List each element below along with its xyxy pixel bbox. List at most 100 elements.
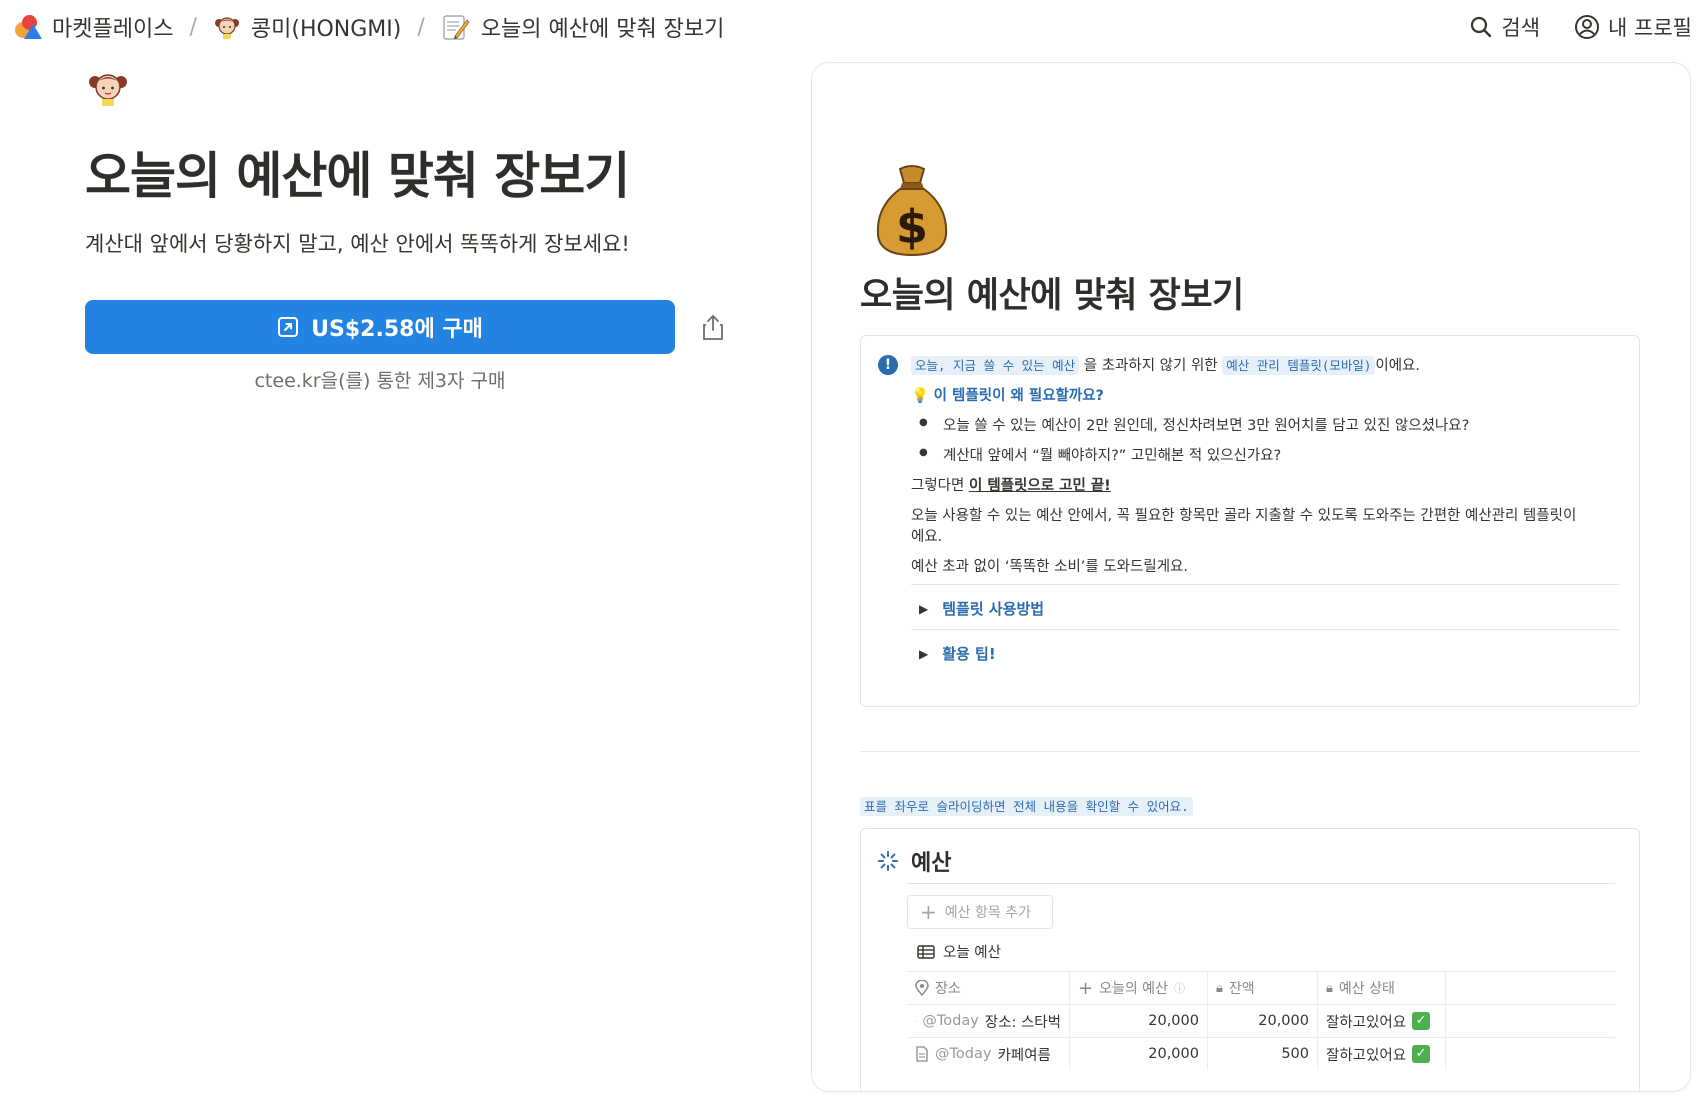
plus-icon: + [920, 900, 937, 924]
add-budget-item-button[interactable]: + 예산 항목 추가 [907, 895, 1053, 929]
date-mention[interactable]: @Today [922, 1013, 978, 1029]
external-link-icon [278, 317, 299, 337]
breadcrumb-marketplace-label: 마켓플레이스 [52, 17, 174, 42]
location-pin-icon [915, 980, 929, 996]
callout-intro: 오늘, 지금 쓸 수 있는 예산 을 초과하지 않기 위한 예산 관리 템플릿(… [911, 354, 1420, 375]
bullet-text: 오늘 쓸 수 있는 예산이 2만 원인데, 정신차려보면 3만 원어치를 담고 … [943, 418, 1470, 434]
status-text: 잘하고있어요 [1326, 1014, 1407, 1031]
cell-budget[interactable]: 20,000 [1070, 1005, 1208, 1037]
callout-question: 💡 이 템플릿이 왜 필요할까요? [911, 384, 1104, 405]
breadcrumb: 마켓플레이스 / 콩미(HONGMI) / 오늘의 예산에 맞춰 장보기 [0, 11, 724, 43]
column-header-label: 예산 상태 [1338, 981, 1395, 997]
creator-avatar-icon [214, 17, 239, 39]
toggle-usage-label: 템플릿 사용방법 [942, 600, 1045, 618]
highlight-template: 예산 관리 템플릿(모바일) [1222, 356, 1376, 375]
breadcrumb-separator: / [417, 14, 425, 40]
callout-para2: 예산 초과 없이 ‘똑똑한 소비’를 도와드릴게요. [911, 559, 1188, 575]
column-header-label: 잔액 [1228, 981, 1255, 997]
database-header: 예산 [877, 845, 951, 877]
callout-intro-text: 을 초과하지 않기 위한 [1083, 358, 1218, 374]
page-icon [916, 1046, 928, 1062]
column-header-budget[interactable]: + 오늘의 예산 ⓘ [1070, 972, 1208, 1004]
breadcrumb-separator: / [189, 14, 197, 40]
bullet-item: 오늘 쓸 수 있는 예산이 2만 원인데, 정신차려보면 3만 원어치를 담고 … [919, 414, 1470, 435]
callout-para1: 오늘 사용할 수 있는 예산 안에서, 꼭 필요한 항목만 골라 지출할 수 있… [911, 508, 1577, 524]
column-header-label: 장소 [935, 981, 961, 997]
product-title: 오늘의 예산에 맞춰 장보기 [85, 147, 630, 205]
date-mention[interactable]: @Today [935, 1046, 991, 1062]
column-header-label: 오늘의 예산 [1099, 981, 1168, 997]
bullet-item: 계산대 앞에서 “뭘 빼야하지?” 고민해본 적 있으신가요? [919, 444, 1282, 465]
cell-empty [1446, 1005, 1615, 1037]
then-prefix: 그렇다면 [911, 478, 969, 494]
budget-database: 예산 + 예산 항목 추가 오늘 예산 장소 + 오늘의 예산 ⓘ 🔒︎ 잔액 … [860, 828, 1640, 1091]
cell-place[interactable]: @Today 장소: 스타벅 [907, 1005, 1070, 1037]
highlight-budget: 오늘, 지금 쓸 수 있는 예산 [911, 356, 1080, 375]
svg-text:$: $ [896, 200, 928, 254]
toggle-triangle-icon: ▶ [919, 601, 929, 616]
table-row[interactable]: @Today 카페여름 20,000 500 잘하고있어요 ✓ [907, 1037, 1615, 1070]
cell-balance: 20,000 [1208, 1005, 1318, 1037]
toggle-triangle-icon: ▶ [919, 646, 929, 661]
search-label: 검색 [1501, 16, 1541, 40]
callout-intro-end: 이에요. [1375, 358, 1421, 374]
top-actions: 검색 내 프로필 [1469, 0, 1692, 54]
memo-icon [443, 15, 470, 40]
column-header-place[interactable]: 장소 [907, 972, 1070, 1004]
toggle-tips-label: 활용 팁! [942, 645, 996, 663]
add-budget-item-label: 예산 항목 추가 [944, 905, 1031, 921]
cell-place[interactable]: @Today 카페여름 [907, 1038, 1070, 1070]
check-mark-icon: ✓ [1412, 1012, 1431, 1030]
bullet-text: 계산대 앞에서 “뭘 빼야하지?” 고민해본 적 있으신가요? [943, 448, 1282, 464]
divider [860, 751, 1640, 752]
profile-label: 내 프로필 [1608, 16, 1692, 40]
buy-button-label: US$2.58에 구매 [311, 317, 483, 342]
callout-then: 그렇다면 이 템플릿으로 고민 끝! [911, 474, 1111, 495]
cell-empty [1446, 1038, 1615, 1070]
search-button[interactable]: 검색 [1469, 12, 1540, 42]
breadcrumb-page[interactable]: 오늘의 예산에 맞춰 장보기 [441, 11, 724, 43]
lock-icon: 🔒︎ [1326, 980, 1333, 996]
breadcrumb-creator[interactable]: 콩미(HONGMI) [213, 11, 401, 43]
exclamation-icon: ! [878, 355, 898, 375]
info-icon[interactable]: ⓘ [1174, 980, 1185, 996]
search-icon [1471, 16, 1492, 38]
column-header-status[interactable]: 🔒︎ 예산 상태 [1318, 972, 1446, 1004]
table-icon [917, 944, 935, 959]
place-text: 장소: 스타벅 [984, 1014, 1061, 1031]
place-text: 카페여름 [997, 1047, 1051, 1064]
table-row[interactable]: @Today 장소: 스타벅 20,000 20,000 잘하고있어요 ✓ [907, 1004, 1615, 1037]
toggle-usage[interactable]: ▶ 템플릿 사용방법 [911, 584, 1619, 632]
creator-avatar-icon [89, 74, 127, 106]
lock-icon: 🔒︎ [1216, 980, 1223, 996]
user-circle-icon [1575, 15, 1600, 39]
slide-tip-text: 표를 좌우로 슬라이딩하면 전체 내용을 확인할 수 있어요. [860, 797, 1193, 816]
preview-title: 오늘의 예산에 맞춰 장보기 [860, 276, 1244, 316]
column-header-empty [1446, 972, 1615, 1004]
share-icon[interactable] [700, 313, 726, 341]
view-tab[interactable]: 오늘 예산 [917, 941, 1001, 962]
database-divider [907, 883, 1615, 884]
profile-button[interactable]: 내 프로필 [1574, 12, 1692, 42]
status-text: 잘하고있어요 [1326, 1047, 1407, 1064]
breadcrumb-creator-label: 콩미(HONGMI) [250, 17, 402, 42]
cell-status: 잘하고있어요 ✓ [1318, 1005, 1446, 1037]
view-tab-label: 오늘 예산 [943, 945, 1001, 961]
money-bag-icon: $ [876, 165, 948, 257]
cell-budget[interactable]: 20,000 [1070, 1038, 1208, 1070]
buy-button[interactable]: US$2.58에 구매 [85, 300, 675, 354]
template-preview[interactable]: $ 오늘의 예산에 맞춰 장보기 ! 오늘, 지금 쓸 수 있는 예산 을 초과… [811, 62, 1691, 1092]
plus-icon: + [1078, 977, 1094, 999]
cell-balance: 500 [1208, 1038, 1318, 1070]
third-party-note: ctee.kr을(를) 통한 제3자 구매 [254, 370, 506, 392]
lightbulb-icon: 💡 [911, 388, 930, 404]
product-subtitle: 계산대 앞에서 당황하지 말고, 예산 안에서 똑똑하게 장보세요! [85, 232, 630, 256]
slide-tip: 표를 좌우로 슬라이딩하면 전체 내용을 확인할 수 있어요. [860, 796, 1193, 816]
top-bar: 마켓플레이스 / 콩미(HONGMI) / 오늘의 예산에 맞춰 장보기 검색 … [0, 0, 1706, 54]
then-link[interactable]: 이 템플릿으로 고민 끝! [969, 478, 1111, 494]
question-text: 이 템플릿이 왜 필요할까요? [933, 388, 1104, 404]
notion-marketplace-logo-icon [12, 12, 42, 42]
column-header-balance[interactable]: 🔒︎ 잔액 [1208, 972, 1318, 1004]
toggle-tips[interactable]: ▶ 활용 팁! [911, 629, 1619, 677]
breadcrumb-marketplace[interactable]: 마켓플레이스 [12, 11, 173, 43]
